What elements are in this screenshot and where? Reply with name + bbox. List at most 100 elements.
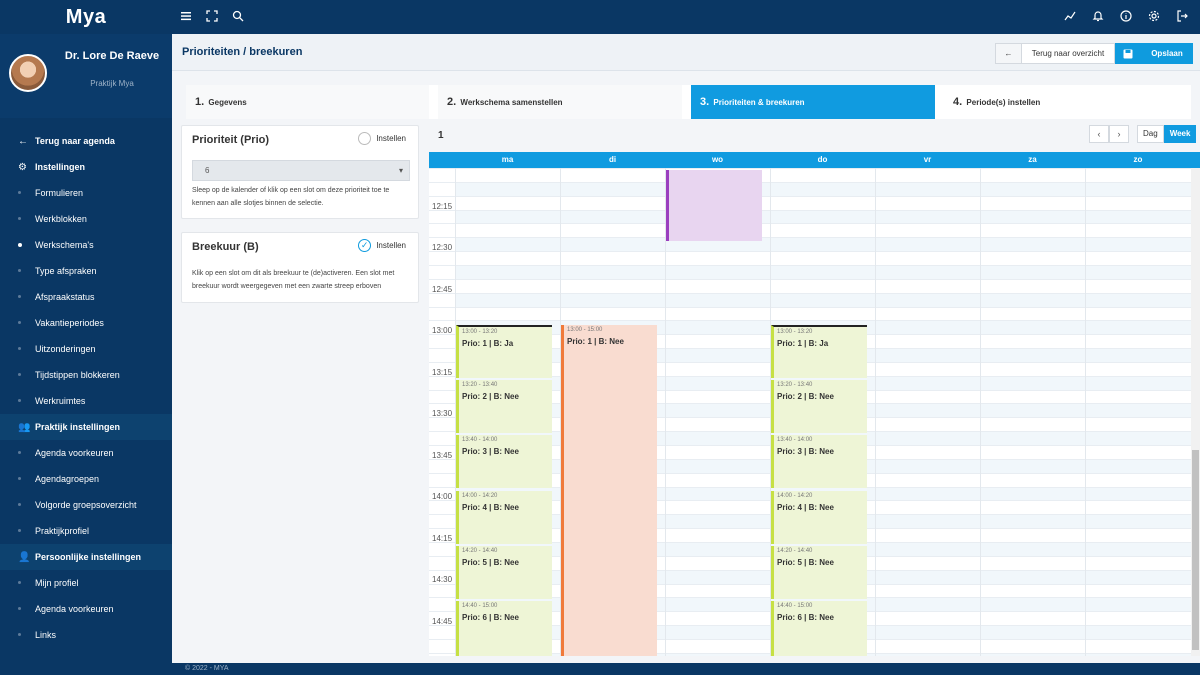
calendar-slot-row[interactable] [455, 279, 1191, 293]
previous-button[interactable]: ‹ [1089, 125, 1109, 143]
calendar-slot-wo[interactable] [666, 170, 762, 241]
sidebar-item-praktijkprofiel[interactable]: Praktijkprofiel [0, 518, 172, 544]
priority-description: Sleep op de kalender of klik op een slot… [192, 187, 390, 207]
sidebar-item-settings[interactable]: ⚙ Instellingen [0, 154, 172, 180]
sidebar-item-afspraakstatus[interactable]: Afspraakstatus [0, 284, 172, 310]
fullscreen-icon[interactable] [206, 9, 218, 23]
bullet-icon [18, 321, 21, 324]
calendar-slot-row[interactable] [455, 210, 1191, 224]
sidebar-item-werkschemas[interactable]: Werkschema's [0, 232, 172, 258]
view-week-button[interactable]: Week [1163, 125, 1197, 143]
sidebar-item-werkruimtes[interactable]: Werkruimtes [0, 388, 172, 414]
sidebar-item-werkblokken[interactable]: Werkblokken [0, 206, 172, 232]
grid-line [429, 293, 1191, 294]
step-prioriteiten-breekuren[interactable]: 3. Prioriteiten & breekuren [691, 85, 935, 119]
sidebar-item-label: Werkschema's [35, 240, 94, 250]
sidebar-item-mijn-profiel[interactable]: Mijn profiel [0, 570, 172, 596]
sidebar-item-tijdstippen-blokkeren[interactable]: Tijdstippen blokkeren [0, 362, 172, 388]
bullet-icon [18, 191, 21, 194]
calendar-nav: ‹ › [1089, 125, 1129, 143]
calendar-slot-row[interactable] [455, 307, 1191, 321]
calendar-slot-do[interactable]: 13:20 - 13:40 Prio: 2 | B: Nee [771, 380, 867, 433]
priority-select[interactable]: 6 ▾ [192, 160, 410, 181]
save-button[interactable]: Opslaan [1115, 43, 1193, 64]
sidebar-item-back-to-agenda[interactable]: ← Terug naar agenda [0, 128, 172, 154]
calendar-slot-row[interactable] [455, 196, 1191, 210]
calendar-slot-do[interactable]: 13:40 - 14:00 Prio: 3 | B: Nee [771, 435, 867, 488]
bullet-icon [18, 477, 21, 480]
calendar-slot-ma[interactable]: 14:40 - 15:00 Prio: 6 | B: Nee [456, 601, 552, 656]
sidebar-item-volgorde-groepsoverzicht[interactable]: Volgorde groepsoverzicht [0, 492, 172, 518]
step-werkschema-samenstellen[interactable]: 2. Werkschema samenstellen [438, 85, 682, 119]
calendar-slot-row[interactable] [455, 265, 1191, 279]
priority-select-value: 6 [205, 166, 210, 175]
footer: © 2022 - MYA [0, 663, 1200, 675]
slot-label: Prio: 5 | B: Nee [462, 558, 519, 567]
bullet-icon [18, 217, 21, 220]
calendar-slot-do[interactable]: 14:00 - 14:20 Prio: 4 | B: Nee [771, 491, 867, 544]
search-icon[interactable] [232, 9, 244, 23]
sidebar-nav: ← Terug naar agenda ⚙ Instellingen Formuli… [0, 118, 172, 648]
calendar-slot-ma[interactable]: 13:00 - 13:20 Prio: 1 | B: Ja [456, 325, 552, 378]
calendar-slot-ma[interactable]: 13:20 - 13:40 Prio: 2 | B: Nee [456, 380, 552, 433]
bell-icon[interactable] [1092, 9, 1104, 23]
step-label: Prioriteiten & breekuren [713, 97, 805, 107]
sidebar-item-agendagroepen[interactable]: Agendagroepen [0, 466, 172, 492]
profile-name: Dr. Lore De Raeve [64, 50, 160, 62]
day-header-za: za [1028, 155, 1037, 164]
sidebar-item-persoonlijke-instellingen[interactable]: 👤 Persoonlijke instellingen [0, 544, 172, 570]
step-periodes-instellen[interactable]: 4. Periode(s) instellen [944, 85, 1191, 119]
calendar-slot-row[interactable] [455, 168, 1191, 182]
sidebar-item-label: Terug naar agenda [35, 136, 115, 146]
back-to-overview-button[interactable]: ← Terug naar overzicht [995, 43, 1115, 64]
sidebar-item-uitzonderingen[interactable]: Uitzonderingen [0, 336, 172, 362]
calendar-slot-ma[interactable]: 13:40 - 14:00 Prio: 3 | B: Nee [456, 435, 552, 488]
priority-instellen-toggle[interactable]: Instellen [358, 132, 406, 145]
time-label: 14:30 [432, 575, 453, 584]
sidebar-item-type-afspraken[interactable]: Type afspraken [0, 258, 172, 284]
calendar-slot-ma[interactable]: 14:00 - 14:20 Prio: 4 | B: Nee [456, 491, 552, 544]
time-label: 13:45 [432, 451, 453, 460]
info-icon[interactable] [1120, 9, 1132, 23]
logout-icon[interactable] [1176, 9, 1188, 23]
calendar-slot-do[interactable]: 14:20 - 14:40 Prio: 5 | B: Nee [771, 546, 867, 599]
break-instellen-toggle[interactable]: ✓ Instellen [358, 239, 406, 252]
slot-time: 13:20 - 13:40 [462, 382, 498, 388]
break-description: Klik op een slot om dit als breekuur te … [192, 270, 395, 290]
bullet-icon [18, 607, 21, 610]
sidebar-item-vakantieperiodes[interactable]: Vakantieperiodes [0, 310, 172, 336]
time-label: 12:30 [432, 243, 453, 252]
slot-label: Prio: 3 | B: Nee [462, 447, 519, 456]
sidebar-item-praktijk-instellingen[interactable]: 👥 Praktijk instellingen [0, 414, 172, 440]
view-day-button[interactable]: Dag [1137, 125, 1164, 143]
calendar-scrollbar[interactable] [1191, 168, 1200, 656]
next-button[interactable]: › [1109, 125, 1129, 143]
avatar[interactable] [9, 54, 47, 92]
grid-line [429, 251, 1191, 252]
slot-label: Prio: 2 | B: Nee [462, 392, 519, 401]
sidebar-item-agenda-voorkeuren-personal[interactable]: Agenda voorkeuren [0, 596, 172, 622]
calendar-slot-row[interactable] [455, 182, 1191, 196]
gear-icon[interactable] [1148, 9, 1160, 23]
chart-icon[interactable] [1064, 9, 1076, 23]
chevron-left-icon: ‹ [1097, 129, 1101, 139]
calendar-slot-row[interactable] [455, 251, 1191, 265]
sidebar-item-formulieren[interactable]: Formulieren [0, 180, 172, 206]
app-logo[interactable]: Mya [0, 0, 172, 34]
sidebar: Dr. Lore De Raeve Praktijk Mya ← Terug na… [0, 34, 172, 663]
calendar-slot-row[interactable] [455, 223, 1191, 237]
calendar-grid[interactable]: 12:15 12:30 12:45 13:00 13:15 13:30 13:4… [429, 168, 1200, 656]
sidebar-item-links[interactable]: Links [0, 622, 172, 648]
calendar-slot-ma[interactable]: 14:20 - 14:40 Prio: 5 | B: Nee [456, 546, 552, 599]
calendar-slot-di[interactable]: 13:00 - 15:00 Prio: 1 | B: Nee [561, 325, 657, 656]
sidebar-item-label: Links [35, 630, 57, 640]
calendar-slot-do[interactable]: 14:40 - 15:00 Prio: 6 | B: Nee [771, 601, 867, 656]
step-gegevens[interactable]: 1. Gegevens [186, 85, 429, 119]
calendar-slot-do[interactable]: 13:00 - 13:20 Prio: 1 | B: Ja [771, 325, 867, 378]
arrow-left-icon: ← [996, 44, 1022, 63]
scrollbar-thumb[interactable] [1192, 450, 1199, 650]
calendar-slot-row[interactable] [455, 237, 1191, 251]
calendar-slot-row[interactable] [455, 293, 1191, 307]
sidebar-item-agenda-voorkeuren[interactable]: Agenda voorkeuren [0, 440, 172, 466]
menu-icon[interactable] [180, 9, 192, 23]
